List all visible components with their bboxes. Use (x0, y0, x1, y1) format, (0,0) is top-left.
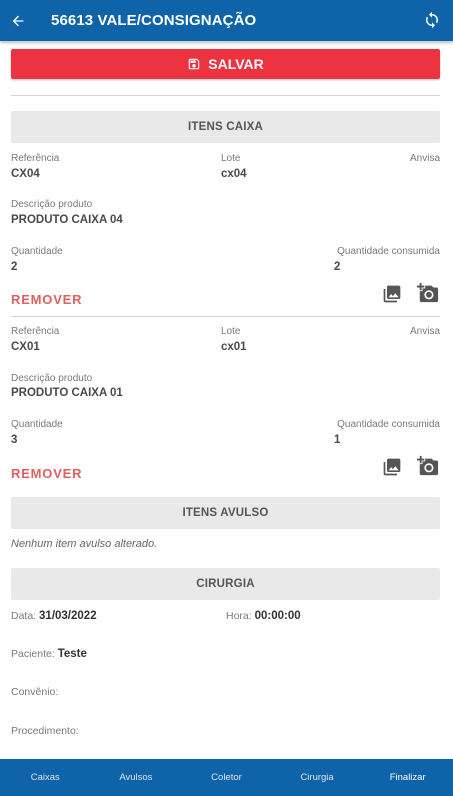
save-button[interactable]: SALVAR (11, 49, 440, 79)
data-value: 31/03/2022 (39, 610, 97, 622)
empty-avulso-message: Nenhum item avulso alterado. (11, 538, 158, 550)
descricao-label: Descrição produto (11, 373, 93, 384)
cirurgia-hora: Hora: 00:00:00 (226, 610, 301, 622)
lote-label: Lote (221, 326, 241, 337)
hora-value: 00:00:00 (254, 610, 301, 622)
quantidade-consumida-value: 1 (334, 434, 341, 446)
paciente-value: Teste (57, 648, 87, 660)
descricao-label: Descrição produto (11, 199, 93, 210)
quantidade-value: 3 (11, 434, 18, 446)
paciente-label: Paciente: (11, 648, 55, 660)
image-gallery-icon (383, 285, 401, 303)
procedimento-label: Procedimento: (11, 725, 79, 737)
anvisa-label: Anvisa (409, 326, 440, 337)
section-header-itens-caixa: ITENS CAIXA (11, 111, 440, 143)
lote-value: cx01 (221, 341, 247, 353)
quantidade-consumida-value: 2 (334, 261, 341, 273)
cirurgia-data: Data: 31/03/2022 (11, 610, 97, 622)
add-camera-icon (417, 282, 439, 303)
image-gallery-icon (383, 458, 401, 476)
app-bar: 56613 VALE/CONSIGNAÇÃO (0, 0, 453, 41)
remove-button[interactable]: REMOVER (11, 292, 82, 307)
arrow-left-icon (12, 15, 24, 26)
quantidade-label: Quantidade (11, 419, 63, 430)
divider (11, 95, 440, 96)
back-button[interactable] (0, 0, 36, 41)
quantidade-label: Quantidade (11, 246, 63, 257)
nav-item-coletor[interactable]: Coletor (181, 772, 272, 783)
page-title: 56613 VALE/CONSIGNAÇÃO (51, 12, 257, 29)
convenio-label: Convênio: (11, 686, 59, 698)
quantidade-consumida-label: Quantidade consumida (337, 419, 440, 430)
save-button-label: SALVAR (208, 56, 264, 72)
nav-item-avulsos[interactable]: Avulsos (91, 772, 182, 783)
quantidade-value: 2 (11, 261, 18, 273)
floppy-disk-icon (189, 58, 200, 70)
referencia-label: Referência (11, 153, 60, 164)
gallery-button[interactable] (381, 283, 403, 305)
lote-label: Lote (221, 153, 241, 164)
cirurgia-procedimento: Procedimento: (11, 725, 79, 737)
refresh-button[interactable] (421, 9, 443, 31)
descricao-value: PRODUTO CAIXA 01 (11, 387, 123, 399)
refresh-icon (426, 11, 438, 29)
data-label: Data: (11, 610, 37, 622)
referencia-value: CX04 (11, 168, 40, 180)
add-camera-icon (417, 455, 439, 476)
nav-item-cirurgia[interactable]: Cirurgia (272, 772, 363, 783)
gallery-button[interactable] (381, 456, 403, 478)
hora-label: Hora: (226, 610, 252, 622)
section-header-cirurgia: CIRURGIA (11, 568, 440, 600)
add-photo-button[interactable] (417, 455, 439, 477)
add-photo-button[interactable] (417, 282, 439, 304)
quantidade-consumida-label: Quantidade consumida (337, 246, 440, 257)
divider (11, 316, 440, 317)
referencia-label: Referência (11, 326, 60, 337)
section-header-itens-avulso: ITENS AVULSO (11, 497, 440, 529)
cirurgia-convenio: Convênio: (11, 686, 58, 698)
nav-item-caixas[interactable]: Caixas (0, 772, 91, 783)
main-content[interactable]: SALVAR ITENS CAIXA Referência Lote Anvis… (0, 41, 453, 759)
bottom-nav: Caixas Avulsos Coletor Cirurgia Finaliza… (0, 759, 453, 796)
anvisa-label: Anvisa (409, 153, 440, 164)
remove-button[interactable]: REMOVER (11, 466, 82, 481)
cirurgia-paciente: Paciente: Teste (11, 648, 87, 660)
lote-value: cx04 (221, 168, 247, 180)
nav-item-finalizar[interactable]: Finalizar (362, 772, 453, 783)
referencia-value: CX01 (11, 341, 40, 353)
descricao-value: PRODUTO CAIXA 04 (11, 214, 123, 226)
